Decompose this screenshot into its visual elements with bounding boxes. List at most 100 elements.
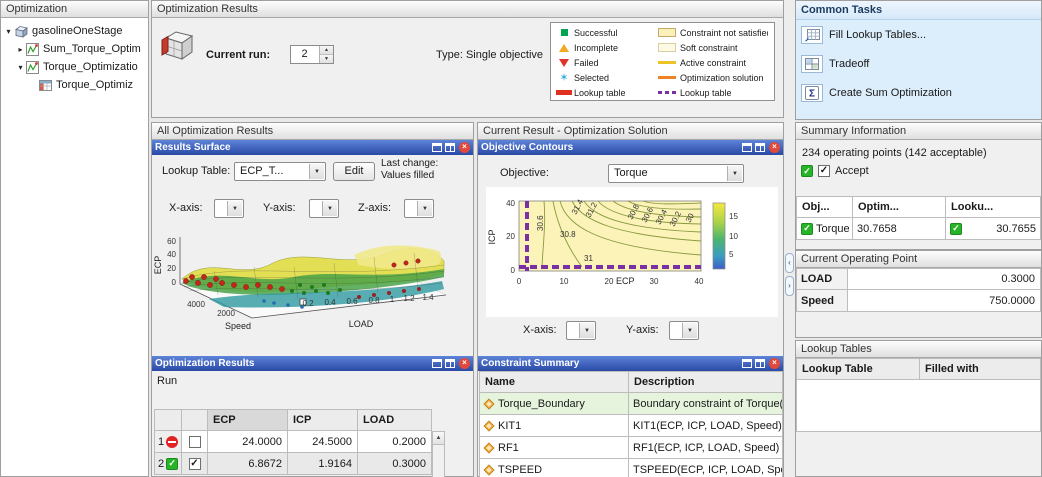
tree-item-torque-optimization-output[interactable]: Torque_Optimiz — [1, 76, 148, 94]
objective-summary-table: Obj... Optim... Looku... ✓ Torque 30.7658… — [796, 196, 1041, 240]
chevron-down-icon[interactable]: ▼ — [309, 164, 324, 179]
run-row[interactable]: 1 24.0000 24.5000 0.2000 — [154, 431, 432, 453]
column-header-name[interactable]: Name — [479, 371, 629, 393]
table-scrollbar[interactable]: ▲ — [432, 431, 445, 477]
variable-value-cell[interactable]: 750.0000 — [848, 290, 1041, 312]
spinner-up-icon[interactable]: ▲ — [320, 46, 333, 55]
constraint-icon — [483, 463, 495, 476]
constraint-row[interactable]: RF1 RF1(ECP, ICP, LOAD, Speed) < — [479, 437, 783, 459]
speed-axis-title: Speed — [225, 321, 251, 331]
close-icon[interactable]: × — [769, 142, 780, 153]
objective-dropdown[interactable]: Torque ▼ — [608, 164, 744, 183]
column-header-description[interactable]: Description — [629, 371, 783, 393]
fill-lookup-tables-task[interactable]: Fill Lookup Tables... — [796, 20, 1041, 49]
column-header-lookup-table[interactable]: Lookup Table — [796, 358, 920, 380]
x-axis-dropdown[interactable]: ▼ — [566, 321, 596, 340]
current-run-spinner[interactable]: 2 ▲ ▼ — [290, 45, 334, 64]
current-run-value[interactable]: 2 — [291, 46, 318, 63]
lookup-table-dropdown[interactable]: ECP_T... ▼ — [234, 162, 326, 181]
column-header-filled-with[interactable]: Filled with — [920, 358, 1041, 380]
column-header-load[interactable]: LOAD — [358, 409, 432, 431]
expander-icon[interactable]: ▸ — [15, 45, 26, 54]
edit-button[interactable]: Edit — [333, 162, 375, 181]
tree-item-gasolineonestage[interactable]: ▾ gasolineOneStage — [1, 22, 148, 40]
chevron-down-icon[interactable]: ▼ — [579, 323, 594, 338]
tradeoff-task[interactable]: Tradeoff — [796, 49, 1041, 78]
load-cell[interactable]: 0.3000 — [358, 453, 432, 475]
ecp-cell[interactable]: 24.0000 — [208, 431, 288, 453]
lookup-tables-table: Lookup Table Filled with — [796, 358, 1041, 432]
select-run-checkbox[interactable]: ✓ — [188, 457, 201, 470]
expander-icon[interactable]: ▾ — [3, 27, 14, 36]
z-tick: 60 — [167, 237, 176, 246]
undock-icon[interactable] — [432, 143, 442, 152]
chevron-down-icon[interactable]: ▼ — [417, 201, 432, 216]
colorbar-tick: 10 — [729, 232, 738, 241]
objective-summary-row[interactable]: ✓ Torque 30.7658 ✓ 30.7655 — [796, 218, 1041, 240]
select-run-checkbox[interactable] — [188, 435, 201, 448]
load-tick: 1.4 — [422, 293, 434, 302]
create-sum-optimization-task[interactable]: Σ Create Sum Optimization — [796, 78, 1041, 107]
x-axis-dropdown[interactable]: ▼ — [214, 199, 244, 218]
constraint-desc-cell: Boundary constraint of Torque(E — [629, 393, 783, 415]
close-icon[interactable]: × — [769, 358, 780, 369]
tree-item-sum-torque-optim[interactable]: ▸ Sum_Torque_Optim — [1, 40, 148, 58]
split-view-icon[interactable] — [445, 359, 455, 368]
tree-item-torque-optimization[interactable]: ▾ Torque_Optimizatio — [1, 58, 148, 76]
undock-icon[interactable] — [742, 359, 752, 368]
constraint-icon — [483, 397, 495, 410]
chevron-down-icon[interactable]: ▼ — [682, 323, 697, 338]
run-row[interactable]: 2 ✓ ✓ 6.8672 1.9164 0.3000 — [154, 453, 432, 475]
column-header-lookup[interactable]: Looku... — [946, 196, 1041, 218]
panel-header: Lookup Tables — [796, 341, 1041, 358]
constraint-row[interactable]: KIT1 KIT1(ECP, ICP, LOAD, Speed) < — [479, 415, 783, 437]
panel-title: Summary Information — [801, 125, 907, 137]
lookup-table-icon — [39, 79, 52, 91]
split-view-icon[interactable] — [445, 143, 455, 152]
load-cell[interactable]: 0.2000 — [358, 431, 432, 453]
ecp-cell[interactable]: 6.8672 — [208, 453, 288, 475]
undock-icon[interactable] — [432, 359, 442, 368]
contour-label: 31 — [584, 254, 593, 263]
scroll-up-icon[interactable]: ▲ — [433, 432, 444, 445]
constraint-icon — [483, 441, 495, 454]
objective-cell: ✓ Torque — [796, 218, 853, 240]
accept-checkbox[interactable]: ✓ — [818, 165, 830, 177]
splitter-collapse-right-icon[interactable]: › — [785, 276, 794, 296]
expander-icon[interactable]: ▾ — [15, 63, 26, 72]
icp-cell[interactable]: 24.5000 — [288, 431, 358, 453]
icp-cell[interactable]: 1.9164 — [288, 453, 358, 475]
operating-point-table: LOAD 0.3000 Speed 750.0000 — [796, 268, 1041, 312]
z-tick: 20 — [167, 264, 176, 273]
y-axis-dropdown[interactable]: ▼ — [309, 199, 339, 218]
panel-header: Optimization Results — [152, 1, 783, 18]
split-view-icon[interactable] — [755, 359, 765, 368]
splitter-collapse-left-icon[interactable]: ‹ — [785, 253, 794, 273]
constraint-row[interactable]: TSPEED TSPEED(ECP, ICP, LOAD, Speed) — [479, 459, 783, 477]
variable-value-cell[interactable]: 0.3000 — [848, 268, 1041, 290]
y-axis-dropdown[interactable]: ▼ — [669, 321, 699, 340]
row-number-header[interactable] — [154, 409, 182, 431]
panel-splitter[interactable]: ‹ › — [784, 0, 795, 477]
chevron-down-icon[interactable]: ▼ — [322, 201, 337, 216]
results-surface-plot[interactable]: 60 40 20 0 4000 2000 0.2 0.4 0.6 0.8 1 1… — [154, 221, 472, 355]
column-header-ecp[interactable]: ECP — [208, 409, 288, 431]
undock-icon[interactable] — [742, 143, 752, 152]
column-header-icp[interactable]: ICP — [288, 409, 358, 431]
chevron-down-icon[interactable]: ▼ — [227, 201, 242, 216]
panel-header: Summary Information — [796, 123, 1041, 140]
constraint-icon — [483, 419, 495, 432]
close-icon[interactable]: × — [459, 358, 470, 369]
variable-name-cell: Speed — [796, 290, 848, 312]
objective-contours-plot[interactable]: 31.4 31.2 30.8 30.6 30.4 30.2 30 30.6 30… — [486, 187, 778, 317]
select-header[interactable] — [182, 409, 208, 431]
spinner-down-icon[interactable]: ▼ — [320, 55, 333, 63]
close-icon[interactable]: × — [459, 142, 470, 153]
column-header-objective[interactable]: Obj... — [796, 196, 853, 218]
optimization-type-text: Type: Single objective — [436, 49, 544, 61]
z-axis-dropdown[interactable]: ▼ — [404, 199, 434, 218]
split-view-icon[interactable] — [755, 143, 765, 152]
constraint-row[interactable]: Torque_Boundary Boundary constraint of T… — [479, 393, 783, 415]
chevron-down-icon[interactable]: ▼ — [727, 166, 742, 181]
column-header-optimized[interactable]: Optim... — [853, 196, 946, 218]
